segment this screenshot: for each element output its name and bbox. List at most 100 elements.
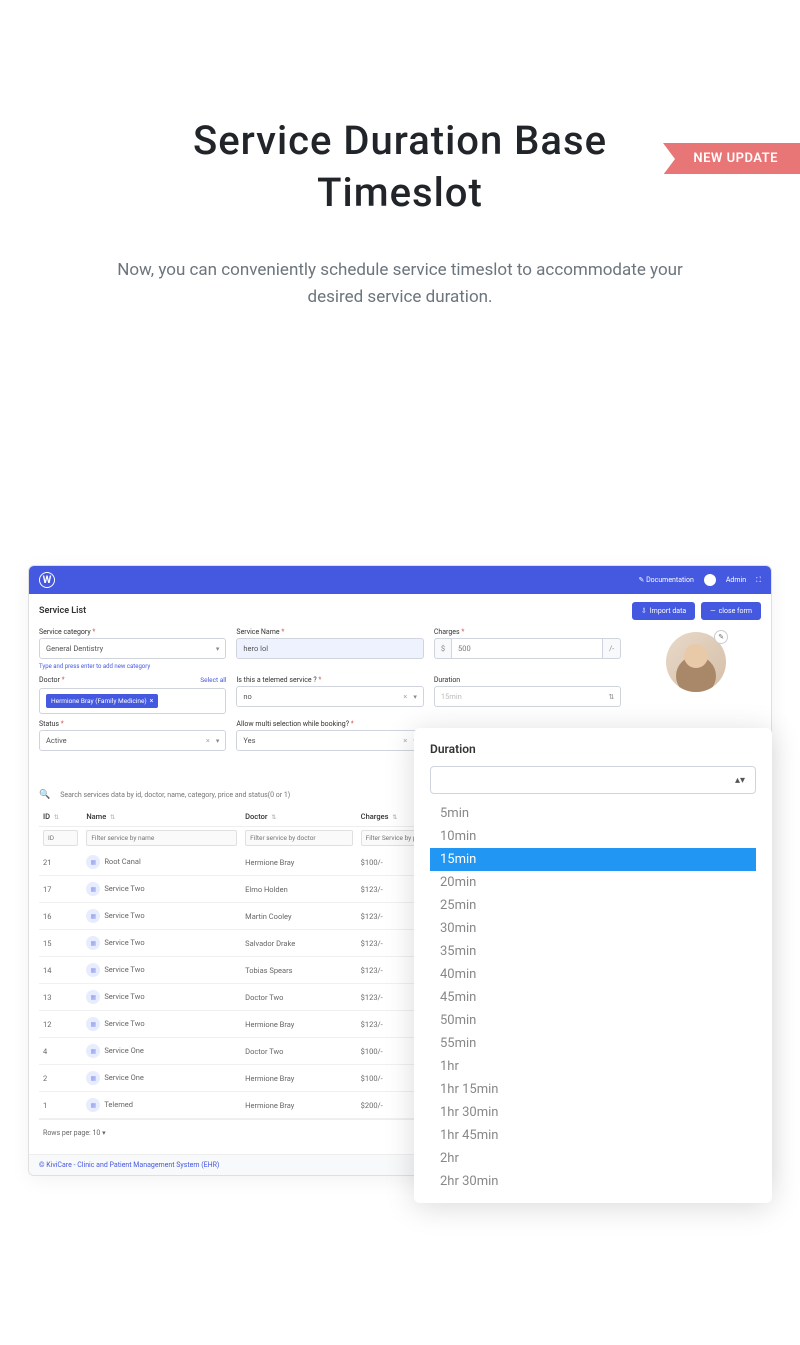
column-filter-input[interactable] bbox=[43, 830, 78, 846]
telemed-select[interactable]: no×▾ bbox=[236, 686, 423, 707]
dropdown-option[interactable]: 45min bbox=[430, 986, 756, 1009]
wordpress-logo[interactable]: W bbox=[39, 572, 55, 588]
cell-name: ▦Service Two bbox=[82, 903, 241, 930]
dropdown-option[interactable]: 35min bbox=[430, 940, 756, 963]
cell-id: 1 bbox=[39, 1092, 82, 1119]
column-header[interactable]: ID ⇅ bbox=[39, 807, 82, 827]
service-icon: ▦ bbox=[86, 909, 100, 923]
dropdown-option[interactable]: 1hr 15min bbox=[430, 1078, 756, 1101]
cell-id: 12 bbox=[39, 1011, 82, 1038]
sort-icon: ▴▾ bbox=[735, 775, 745, 786]
service-icon: ▦ bbox=[86, 855, 100, 869]
dropdown-trigger[interactable]: ▴▾ bbox=[430, 766, 756, 794]
rows-per-page-select[interactable]: 10 ▾ bbox=[93, 1129, 106, 1137]
status-select[interactable]: Active×▾ bbox=[39, 730, 226, 751]
new-update-ribbon: NEW UPDATE bbox=[663, 143, 800, 174]
cell-id: 13 bbox=[39, 984, 82, 1011]
column-filter-input[interactable] bbox=[245, 830, 353, 846]
charges-suffix: /- bbox=[603, 638, 621, 659]
category-select[interactable]: General Dentistry▾ bbox=[39, 638, 226, 659]
dropdown-option[interactable]: 50min bbox=[430, 1009, 756, 1032]
chevron-down-icon: ▾ bbox=[413, 693, 417, 701]
service-icon: ▦ bbox=[86, 1044, 100, 1058]
section-title: Service List bbox=[39, 606, 86, 616]
cell-doctor: Hermione Bray bbox=[241, 1092, 357, 1119]
dropdown-option[interactable]: 15min bbox=[430, 848, 756, 871]
service-name-input[interactable] bbox=[236, 638, 423, 659]
user-avatar[interactable] bbox=[704, 574, 716, 586]
cell-doctor: Doctor Two bbox=[241, 984, 357, 1011]
category-hint: Type and press enter to add new category bbox=[39, 663, 226, 670]
cell-id: 14 bbox=[39, 957, 82, 984]
close-form-button[interactable]: — close form bbox=[701, 602, 761, 620]
cell-doctor: Martin Cooley bbox=[241, 903, 357, 930]
cell-id: 4 bbox=[39, 1038, 82, 1065]
cell-doctor: Salvador Drake bbox=[241, 930, 357, 957]
chevron-down-icon: ▾ bbox=[216, 737, 220, 745]
service-icon: ▦ bbox=[86, 1098, 100, 1112]
cell-name: ▦Telemed bbox=[82, 1092, 241, 1119]
cell-name: ▦Service Two bbox=[82, 984, 241, 1011]
column-header[interactable]: Name ⇅ bbox=[82, 807, 241, 827]
cell-doctor: Hermione Bray bbox=[241, 849, 357, 876]
cell-name: ▦Service One bbox=[82, 1038, 241, 1065]
cell-id: 2 bbox=[39, 1065, 82, 1092]
dropdown-option[interactable]: 2hr 30min bbox=[430, 1170, 756, 1193]
chevron-down-icon: ▾ bbox=[216, 645, 220, 653]
rows-per-page-label: Rows per page: bbox=[43, 1129, 91, 1137]
multi-select[interactable]: Yes×▾ bbox=[236, 730, 423, 751]
cell-name: ▦Service Two bbox=[82, 1011, 241, 1038]
doctor-select[interactable]: Hermione Bray (Family Medicine) × bbox=[39, 688, 226, 714]
remove-tag-icon[interactable]: × bbox=[150, 697, 154, 705]
service-icon: ▦ bbox=[86, 990, 100, 1004]
cell-doctor: Doctor Two bbox=[241, 1038, 357, 1065]
category-label: Service category * bbox=[39, 628, 226, 636]
dropdown-option[interactable]: 1hr bbox=[430, 1055, 756, 1078]
charges-input[interactable] bbox=[451, 638, 603, 659]
service-icon: ▦ bbox=[86, 882, 100, 896]
cell-name: ▦Service Two bbox=[82, 957, 241, 984]
service-icon: ▦ bbox=[86, 1017, 100, 1031]
documentation-link[interactable]: ✎ Documentation bbox=[638, 576, 693, 584]
search-icon: 🔍 bbox=[39, 790, 50, 800]
currency-prefix: $ bbox=[434, 638, 451, 659]
telemed-label: Is this a telemed service ? * bbox=[236, 676, 423, 684]
select-all-link[interactable]: Select all bbox=[200, 676, 226, 684]
cell-doctor: Tobias Spears bbox=[241, 957, 357, 984]
dropdown-option[interactable]: 1hr 45min bbox=[430, 1124, 756, 1147]
user-name: Admin bbox=[726, 576, 746, 584]
cell-id: 17 bbox=[39, 876, 82, 903]
topbar: W ✎ Documentation Admin ⛶ bbox=[29, 566, 771, 594]
dropdown-option[interactable]: 30min bbox=[430, 917, 756, 940]
dropdown-label: Duration bbox=[430, 742, 756, 756]
cell-name: ▦Service Two bbox=[82, 930, 241, 957]
fullscreen-icon[interactable]: ⛶ bbox=[756, 576, 761, 585]
dropdown-options: 5min10min15min20min25min30min35min40min4… bbox=[430, 802, 756, 1193]
duration-dropdown-panel: Duration ▴▾ 5min10min15min20min25min30mi… bbox=[414, 728, 772, 1203]
cell-name: ▦Root Canal bbox=[82, 849, 241, 876]
dropdown-option[interactable]: 10min bbox=[430, 825, 756, 848]
service-icon: ▦ bbox=[86, 1071, 100, 1085]
service-icon: ▦ bbox=[86, 963, 100, 977]
sort-icon: ⇅ bbox=[608, 693, 614, 701]
cell-name: ▦Service One bbox=[82, 1065, 241, 1092]
dropdown-option[interactable]: 2hr bbox=[430, 1147, 756, 1170]
cell-id: 15 bbox=[39, 930, 82, 957]
dropdown-option[interactable]: 40min bbox=[430, 963, 756, 986]
edit-picture-button[interactable]: ✎ bbox=[714, 630, 728, 644]
duration-select[interactable]: 15min⇅ bbox=[434, 686, 621, 707]
doctor-tag[interactable]: Hermione Bray (Family Medicine) × bbox=[46, 694, 158, 708]
column-header[interactable]: Doctor ⇅ bbox=[241, 807, 357, 827]
cell-doctor: Hermione Bray bbox=[241, 1065, 357, 1092]
status-label: Status * bbox=[39, 720, 226, 728]
import-data-button[interactable]: ⇩ Import data bbox=[632, 602, 695, 620]
dropdown-option[interactable]: 1hr 30min bbox=[430, 1101, 756, 1124]
column-filter-input[interactable] bbox=[86, 830, 237, 846]
cell-doctor: Elmo Holden bbox=[241, 876, 357, 903]
dropdown-option[interactable]: 55min bbox=[430, 1032, 756, 1055]
dropdown-option[interactable]: 25min bbox=[430, 894, 756, 917]
dropdown-option[interactable]: 20min bbox=[430, 871, 756, 894]
charges-label: Charges * bbox=[434, 628, 621, 636]
dropdown-option[interactable]: 5min bbox=[430, 802, 756, 825]
duration-label: Duration bbox=[434, 676, 621, 684]
